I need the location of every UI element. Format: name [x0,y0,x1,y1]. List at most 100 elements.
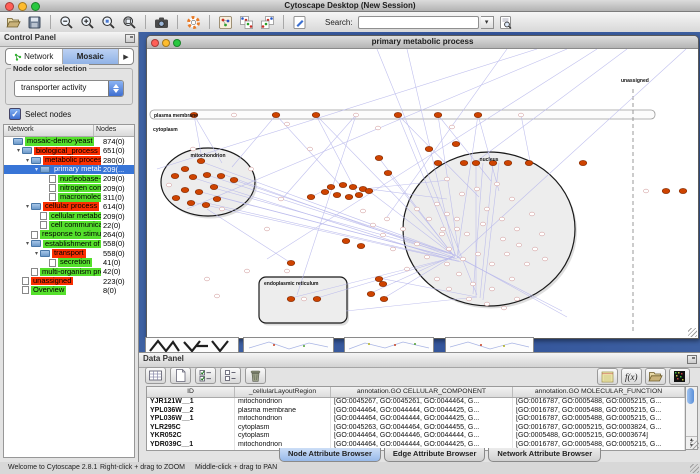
column-header[interactable]: _cellularLayoutRegion [235,387,331,397]
float-panel-icon[interactable] [687,355,697,364]
scrollbar-thumb[interactable] [687,388,694,404]
zoom-hint: Right-click + drag to ZOOM [100,464,185,471]
tree-count: 311(0) [103,193,135,202]
attribute-matrix-button[interactable] [669,368,690,385]
expander-icon[interactable]: ▾ [24,203,31,210]
tree-row[interactable]: ▾establishment of lo558(0) [4,239,134,248]
network-canvas[interactable]: plasma membranecytoplasmmitochondrionnuc… [147,49,698,338]
gene-node [404,267,409,271]
tab-overflow-button[interactable]: ▶ [119,49,133,64]
zoom-selected-button[interactable] [99,14,118,31]
cytoscape-window: Cytoscape Desktop (New Session) Search: … [0,0,700,474]
tree-row[interactable]: response to stimul264(0) [4,230,134,239]
tree-column-nodes[interactable]: Nodes [94,125,134,136]
zoom-fit-button[interactable] [120,14,139,31]
expander-icon[interactable]: ▾ [33,166,40,173]
gene-node-colored [357,243,365,248]
column-header[interactable]: ID [147,387,235,397]
table-row[interactable]: YJR121W__1mitochondrion[GO:0045267, GO:0… [147,398,685,407]
tree-row[interactable]: cellular metabol209(0) [4,211,134,220]
table-cell: YDR039C__1 [147,441,235,450]
resize-grip[interactable] [690,440,699,449]
network-snapshot-button[interactable] [152,14,171,31]
vizmapper-button[interactable] [216,14,235,31]
annotation-button[interactable] [290,14,309,31]
tab-network-attribute-browser[interactable]: Network Attribute Browser [488,448,601,462]
data-panel: Data Panel f(x) ID_cellularLayoutRegiona… [139,352,700,463]
zoom-out-button[interactable] [57,14,76,31]
edge-line [477,49,627,161]
column-header[interactable]: annotation.GO MOLECULAR_FUNCTION [513,387,685,397]
select-nodes-label: Select nodes [25,110,71,119]
search-input[interactable] [358,16,479,29]
open-session-button[interactable] [4,14,23,31]
tab-mosaic[interactable]: Mosaic [63,49,120,64]
column-header[interactable]: annotation.GO CELLULAR_COMPONENT [331,387,513,397]
zoom-in-button[interactable] [78,14,97,31]
tree-row[interactable]: secretion41(0) [4,258,134,267]
tree-row[interactable]: unassigned223(0) [4,276,134,285]
tree-count: 264(0) [103,230,135,239]
select-attributes-button[interactable] [195,367,216,384]
table-row[interactable]: YPL036W__2plasma membrane[GO:0044464, GO… [147,407,685,416]
window-resize-grip[interactable] [690,464,699,473]
tree-row[interactable]: ▾metabolic process280(0) [4,156,134,165]
import-attributes-button[interactable] [645,368,666,385]
tree-row[interactable]: ▾primary metabo209(... [4,165,134,174]
tab-network[interactable]: Network [6,49,63,64]
expander-icon[interactable]: ▾ [24,240,31,247]
resize-grip[interactable] [688,328,697,337]
network-window-titlebar[interactable]: primary metabolic process [147,36,698,49]
toolbar-separator [50,15,51,29]
layout-edges-button[interactable] [258,14,277,31]
attribute-table-button[interactable] [145,367,166,384]
annotation-pad-button[interactable] [597,368,618,385]
select-nodes-checkbox[interactable]: ✓ [9,108,21,120]
gene-node [454,227,459,231]
tab-edge-attribute-browser[interactable]: Edge Attribute Browser [384,448,485,462]
node-color-dropdown[interactable]: transporter activity [14,80,124,97]
tree-row[interactable]: nitrogen compo209(0) [4,183,134,192]
tree-row[interactable]: macromolecule311(0) [4,193,134,202]
save-session-button[interactable] [25,14,44,31]
table-row[interactable]: YKR052Ccytoplasm[GO:0044464, GO:0044446,… [147,432,685,441]
tree-row[interactable]: Overview8(0) [4,286,134,295]
status-bar: Welcome to Cytoscape 2.8.1 Right-click +… [0,462,700,474]
tree-row[interactable]: cell communicat22(0) [4,221,134,230]
gene-node-colored [349,184,357,189]
dropdown-value: transporter activity [21,83,86,92]
tree-row[interactable]: multi-organism pro42(0) [4,267,134,276]
expander-icon[interactable]: ▾ [33,250,40,257]
help-button[interactable] [184,14,203,31]
tree-label: secretion [58,258,92,267]
tree-label: unassigned [31,277,73,286]
delete-attribute-button[interactable] [245,367,266,384]
tab-node-attribute-browser[interactable]: Node Attribute Browser [279,448,381,462]
unselect-attributes-button[interactable] [220,367,241,384]
gene-node [400,227,405,231]
expander-icon[interactable]: ▾ [24,157,31,164]
tree-row[interactable]: mosaic-demo-yeast874(0) [4,137,134,146]
gene-node [494,182,499,186]
table-row[interactable]: YPL036W__1mitochondrion[GO:0044464, GO:0… [147,415,685,424]
float-panel-icon[interactable] [125,34,135,43]
search-config-button[interactable] [496,14,515,31]
expander-icon[interactable]: ▾ [15,147,22,154]
gene-node-colored [365,188,373,193]
network-view-window[interactable]: primary metabolic process plasma membran… [146,35,699,339]
tree-row[interactable]: ▾biological_process651(0) [4,146,134,155]
gene-node [440,227,445,231]
tree-row[interactable]: ▾cellular process614(0) [4,202,134,211]
new-attribute-button[interactable] [170,367,191,384]
table-row[interactable]: YLR295Ccytoplasm[GO:0045263, GO:0044464,… [147,424,685,433]
tree-column-network[interactable]: Network [4,125,94,136]
search-config-icon [498,15,513,30]
gene-node [278,197,283,201]
function-builder-button[interactable]: f(x) [621,368,642,385]
search-options-dropdown[interactable]: ▾ [481,16,494,29]
dropdown-stepper-icon[interactable] [108,81,123,96]
tree-row[interactable]: ▾transport558(0) [4,249,134,258]
layout-nodes-button[interactable] [237,14,256,31]
network-graph[interactable]: plasma membranecytoplasmmitochondrionnuc… [147,49,696,338]
tree-row[interactable]: nucleobase-209(0) [4,174,134,183]
